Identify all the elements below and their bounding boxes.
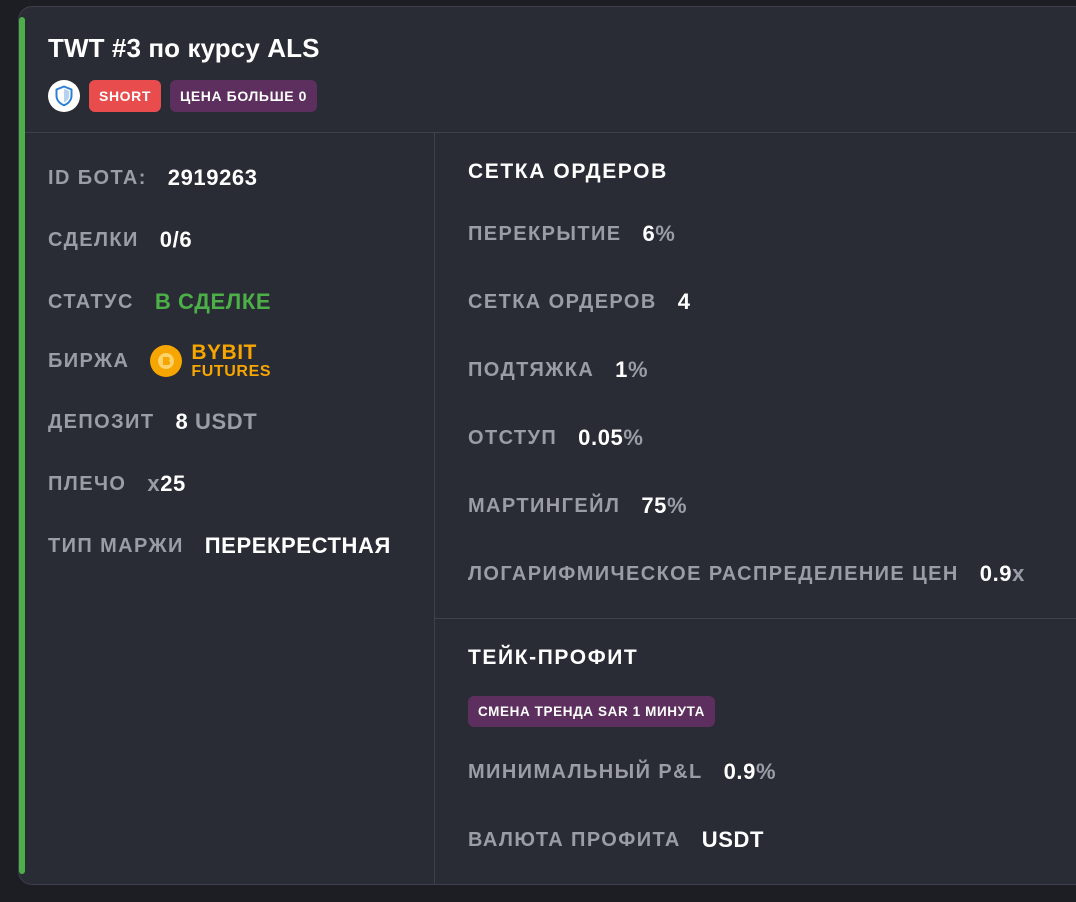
exchange-title: BYBIT: [191, 341, 257, 364]
status-row: СТАТУС В СДЕЛКЕ: [48, 289, 271, 315]
pullup-row: ПОДТЯЖКА 1%: [468, 357, 648, 383]
deposit-unit: USDT: [195, 409, 258, 434]
leverage-amount: 25: [160, 471, 186, 496]
profit-currency-value: USDT: [701, 827, 765, 852]
bot-card[interactable]: TWT #3 по курсу ALS SHORT ЦЕНА БОЛЬШЕ 0 …: [18, 6, 1076, 885]
log-distribution-row: ЛОГАРИФМИЧЕСКОЕ РАСПРЕДЕЛЕНИЕ ЦЕН 0.9x: [468, 561, 1025, 587]
log-distribution-amount: 0.9: [979, 561, 1013, 586]
orders-row: СЕТКА ОРДЕРОВ 4: [468, 289, 691, 315]
exchange-subtitle: FUTURES: [191, 363, 272, 380]
min-pnl-row: МИНИМАЛЬНЫЙ P&L 0.9%: [468, 759, 776, 785]
column-divider: [434, 133, 435, 884]
margin-row: ТИП МАРЖИ ПЕРЕКРЕСТНАЯ: [48, 533, 391, 559]
offset-row: ОТСТУП 0.05%: [468, 425, 644, 451]
offset-unit: %: [623, 425, 644, 450]
log-distribution-unit: x: [1012, 561, 1025, 586]
min-pnl-label: МИНИМАЛЬНЫЙ P&L: [468, 760, 703, 783]
martingale-label: МАРТИНГЕЙЛ: [468, 494, 621, 517]
leverage-value: x25: [147, 471, 186, 497]
martingale-amount: 75: [641, 493, 667, 518]
status-value: В СДЕЛКЕ: [154, 289, 272, 314]
min-pnl-unit: %: [755, 759, 777, 784]
min-pnl-amount: 0.9: [723, 759, 756, 784]
leverage-prefix: x: [147, 471, 161, 496]
deposit-label: ДЕПОЗИТ: [48, 410, 155, 433]
leverage-label: ПЛЕЧО: [48, 472, 127, 495]
takeprofit-section-title: ТЕЙК-ПРОФИТ: [468, 646, 639, 669]
bot-id-value[interactable]: 2919263: [168, 165, 258, 191]
overlap-row: ПЕРЕКРЫТИЕ 6%: [468, 221, 675, 247]
leverage-row: ПЛЕЧО x25: [48, 471, 186, 497]
margin-label: ТИП МАРЖИ: [48, 534, 184, 557]
pullup-amount: 1: [615, 357, 629, 382]
condition-badge: ЦЕНА БОЛЬШЕ 0: [170, 80, 318, 112]
badge-row: SHORT ЦЕНА БОЛЬШЕ 0: [48, 80, 318, 112]
profit-currency-label: ВАЛЮТА ПРОФИТА: [468, 828, 681, 851]
deposit-amount: 8: [175, 409, 189, 434]
margin-value: ПЕРЕКРЕСТНАЯ: [204, 533, 391, 558]
log-distribution-value: 0.9x: [980, 561, 1025, 587]
martingale-row: МАРТИНГЕЙЛ 75%: [468, 493, 687, 519]
shield-icon: [48, 80, 80, 112]
overlap-value: 6%: [642, 221, 675, 247]
orders-value: 4: [677, 289, 691, 314]
status-accent-bar: [19, 17, 25, 874]
header-divider: [25, 132, 1076, 133]
bot-title: TWT #3 по курсу ALS: [48, 33, 320, 63]
offset-label: ОТСТУП: [468, 426, 558, 449]
deposit-row: ДЕПОЗИТ 8 USDT: [48, 409, 257, 435]
grid-section-title: СЕТКА ОРДЕРОВ: [468, 160, 668, 183]
pullup-label: ПОДТЯЖКА: [468, 358, 595, 381]
trend-badge: СМЕНА ТРЕНДА SAR 1 МИНУТА: [468, 696, 715, 727]
pullup-unit: %: [628, 357, 649, 382]
bot-id-row: ID БОТА: 2919263: [48, 165, 258, 191]
bybit-logo-icon: [150, 345, 183, 377]
section-divider: [435, 618, 1076, 619]
overlap-amount: 6: [642, 221, 656, 246]
min-pnl-value: 0.9%: [724, 759, 777, 785]
pullup-value: 1%: [615, 357, 648, 383]
bot-id-label: ID БОТА:: [48, 166, 147, 189]
overlap-unit: %: [655, 221, 676, 246]
exchange-row: БИРЖА BYBIT FUTURES: [48, 342, 271, 380]
exchange-label: БИРЖА: [48, 349, 130, 372]
profit-currency-row: ВАЛЮТА ПРОФИТА USDT: [468, 827, 764, 853]
orders-label: СЕТКА ОРДЕРОВ: [468, 290, 657, 313]
deals-label: СДЕЛКИ: [48, 228, 139, 251]
deposit-value: 8 USDT: [175, 409, 257, 435]
martingale-unit: %: [666, 493, 688, 518]
overlap-label: ПЕРЕКРЫТИЕ: [468, 222, 622, 245]
exchange-name: BYBIT FUTURES: [191, 342, 271, 380]
offset-amount: 0.05: [578, 425, 624, 450]
short-badge: SHORT: [89, 80, 161, 112]
offset-value: 0.05%: [578, 425, 643, 451]
deals-row: СДЕЛКИ 0/6: [48, 227, 192, 253]
deals-value: 0/6: [159, 227, 193, 252]
martingale-value: 75%: [641, 493, 687, 519]
log-distribution-label: ЛОГАРИФМИЧЕСКОЕ РАСПРЕДЕЛЕНИЕ ЦЕН: [468, 562, 959, 585]
status-label: СТАТУС: [48, 290, 134, 313]
